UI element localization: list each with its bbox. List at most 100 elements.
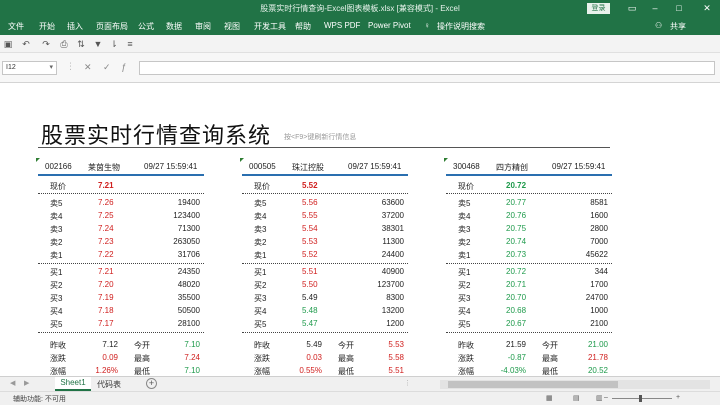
divider: [38, 263, 204, 264]
comment-marker-icon: [444, 158, 448, 162]
zoom-slider[interactable]: [612, 395, 672, 402]
sell-row-volume: 19400: [177, 198, 200, 207]
zoom-in-icon[interactable]: +: [676, 394, 680, 401]
menu-data[interactable]: 数据: [166, 21, 182, 32]
stat-label: 最高: [338, 354, 354, 363]
menu-review[interactable]: 审阅: [195, 21, 211, 32]
scrollbar-thumb[interactable]: [448, 381, 618, 388]
normal-view-icon[interactable]: ▦: [546, 394, 553, 402]
worksheet[interactable]: 股票实时行情查询系统 按<F9>键刷新行情信息 002166 莱茵生物 09/27 …: [0, 83, 720, 376]
formula-input[interactable]: [139, 61, 715, 75]
header-underline: [38, 174, 204, 176]
current-price: 20.72: [506, 181, 527, 190]
menu-formulas[interactable]: 公式: [138, 21, 154, 32]
stat-label: 今开: [134, 341, 150, 350]
user-icon[interactable]: ⚇: [655, 21, 662, 30]
buy-row-volume: 35500: [177, 293, 200, 302]
stat-label: 最高: [134, 354, 150, 363]
login-button[interactable]: 登录: [587, 3, 610, 14]
buy-row-volume: 40900: [381, 267, 404, 276]
menu-insert[interactable]: 插入: [67, 21, 83, 32]
minimize-icon[interactable]: –: [648, 1, 662, 15]
buy-row: 买1 20.72 344: [446, 267, 612, 279]
stat-label: 昨收: [254, 341, 270, 350]
accessibility-status: 辅助功能: 不可用: [13, 396, 66, 403]
print-icon[interactable]: ⎙: [58, 38, 70, 50]
stat-value: 0.09: [102, 353, 118, 362]
buy-row: 买2 7.20 48020: [38, 280, 204, 292]
insert-function-icon[interactable]: ƒ: [121, 62, 126, 72]
tab-splitter-icon[interactable]: ⋮: [404, 379, 411, 387]
stock-code[interactable]: 300468: [453, 162, 480, 171]
menu-developer[interactable]: 开发工具: [254, 21, 286, 32]
redo-icon[interactable]: ↷: [40, 38, 52, 50]
zoom-knob[interactable]: [639, 395, 642, 402]
buy-row: 买3 20.70 24700: [446, 293, 612, 305]
buy-row: 买3 5.49 8300: [242, 293, 408, 305]
filter-icon[interactable]: ▼: [92, 38, 104, 50]
stock-code[interactable]: 002166: [45, 162, 72, 171]
buy-row-volume: 13200: [381, 306, 404, 315]
formula-bar: I12 ▾ ⋮ ✕ ✓ ƒ: [0, 53, 720, 83]
enter-icon[interactable]: ✓: [103, 62, 111, 73]
sort-desc-icon[interactable]: ⇂: [108, 38, 120, 50]
name-box-value: I12: [6, 64, 16, 71]
sell-row: 卖2 20.74 7000: [446, 237, 612, 249]
horizontal-scrollbar[interactable]: [440, 380, 710, 389]
save-icon[interactable]: ▣: [2, 38, 14, 50]
buy-row-volume: 1000: [590, 306, 608, 315]
menu-file[interactable]: 文件: [8, 21, 24, 32]
sell-row-volume: 8581: [590, 198, 608, 207]
sell-row-label: 卖4: [458, 212, 471, 221]
sell-row-price: 7.26: [98, 198, 114, 207]
splitter-icon[interactable]: ⋮: [66, 61, 75, 72]
sell-row-volume: 263050: [173, 237, 200, 246]
tell-me-search[interactable]: 操作说明搜索: [437, 21, 485, 32]
page-break-view-icon[interactable]: ▥: [596, 394, 603, 402]
name-box[interactable]: I12 ▾: [2, 61, 57, 75]
stat-row: 涨跌 0.09 最高 7.24: [38, 353, 204, 365]
cancel-icon[interactable]: ✕: [84, 62, 92, 73]
customize-qat-icon[interactable]: ≡: [124, 38, 136, 50]
stat-value: -0.87: [507, 353, 526, 362]
menu-view[interactable]: 视图: [224, 21, 240, 32]
buy-row: 买4 7.18 50500: [38, 306, 204, 318]
sell-row-volume: 11300: [382, 237, 404, 246]
share-button[interactable]: 共享: [670, 21, 686, 32]
close-icon[interactable]: ✕: [700, 1, 714, 15]
menu-home[interactable]: 开始: [39, 21, 55, 32]
add-sheet-icon[interactable]: +: [146, 378, 157, 389]
prev-sheet-icon[interactable]: ◀: [10, 379, 15, 387]
page-layout-view-icon[interactable]: ▤: [573, 394, 580, 402]
next-sheet-icon[interactable]: ▶: [24, 379, 29, 387]
header-underline: [242, 174, 408, 176]
sell-row-volume: 31706: [177, 250, 200, 259]
buy-row-price: 5.48: [302, 306, 318, 315]
undo-icon[interactable]: ↶: [20, 38, 32, 50]
buy-row: 买1 5.51 40900: [242, 267, 408, 279]
sort-icon[interactable]: ⇅: [75, 38, 87, 50]
buy-row: 买1 7.21 24350: [38, 267, 204, 279]
buy-row-label: 买1: [254, 268, 267, 277]
buy-row-label: 买1: [458, 268, 471, 277]
maximize-icon[interactable]: □: [672, 1, 686, 15]
stat-row: 涨跌 -0.87 最高 21.78: [446, 353, 612, 365]
sell-row: 卖5 7.26 19400: [38, 198, 204, 210]
buy-row-label: 买5: [254, 320, 267, 329]
tab-code-table[interactable]: 代码表: [97, 379, 121, 390]
stock-code[interactable]: 000505: [249, 162, 276, 171]
ribbon-display-icon[interactable]: ▭: [625, 1, 639, 15]
menu-power-pivot[interactable]: Power Pivot: [368, 21, 411, 30]
tab-sheet1[interactable]: Sheet1: [55, 377, 91, 391]
buy-row: 买4 5.48 13200: [242, 306, 408, 318]
zoom-out-icon[interactable]: –: [604, 394, 608, 401]
stock-name: 莱茵生物: [88, 163, 120, 172]
chevron-down-icon[interactable]: ▾: [49, 63, 53, 71]
menu-wps-pdf[interactable]: WPS PDF: [324, 21, 360, 30]
menu-page-layout[interactable]: 页面布局: [96, 21, 128, 32]
buy-row: 买2 5.50 123700: [242, 280, 408, 292]
sell-row: 卖1 5.52 24400: [242, 250, 408, 262]
menu-help[interactable]: 帮助: [295, 21, 311, 32]
sell-row: 卖3 5.54 38301: [242, 224, 408, 236]
buy-row-price: 7.18: [98, 306, 114, 315]
